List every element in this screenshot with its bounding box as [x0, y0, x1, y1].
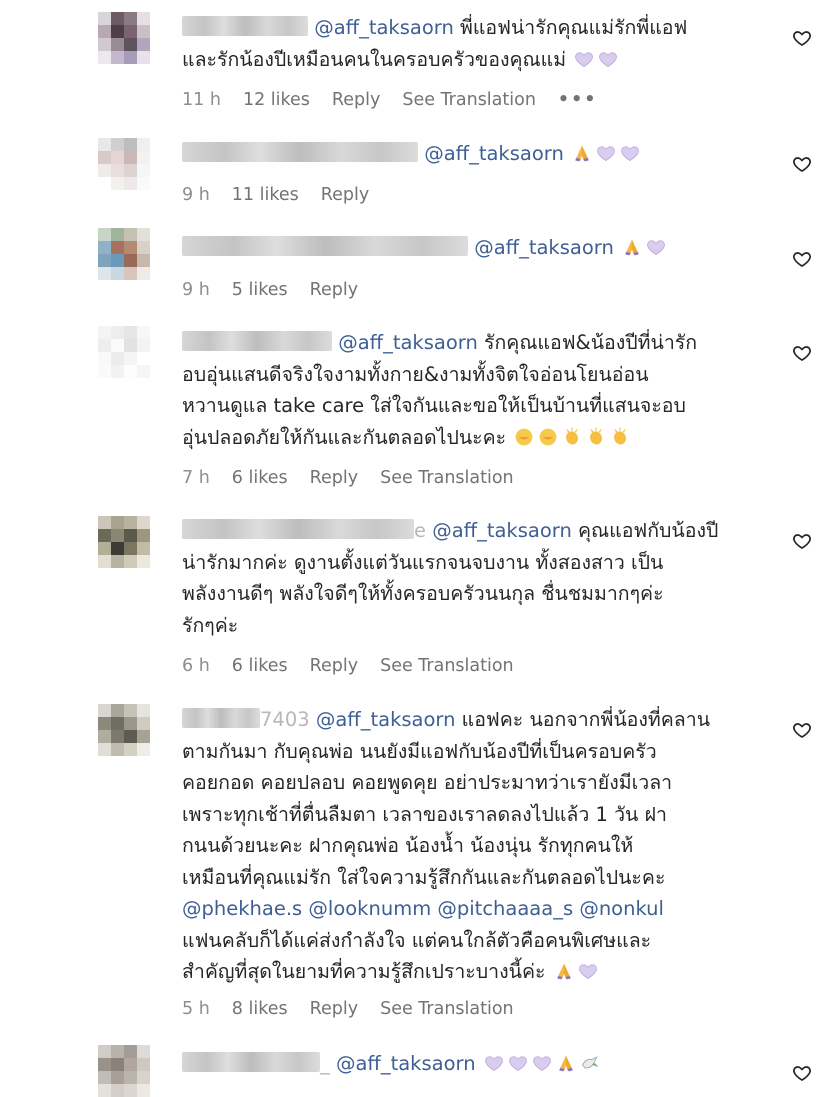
- username-redacted[interactable]: [182, 331, 332, 351]
- avatar[interactable]: [98, 138, 150, 190]
- username-redacted[interactable]: [182, 16, 308, 36]
- likes-count[interactable]: 6 likes: [232, 656, 288, 676]
- timestamp: 9 h: [182, 280, 210, 300]
- timestamp: 9 h: [182, 185, 210, 205]
- likes-count[interactable]: 12 likes: [243, 90, 310, 110]
- mention-link[interactable]: @aff_taksaorn: [336, 1052, 476, 1075]
- smiling-face-emoji: [538, 427, 558, 447]
- tag-link-pitchaaaa[interactable]: @pitchaaaa_s: [437, 897, 573, 920]
- mention-link[interactable]: @aff_taksaorn: [314, 16, 454, 39]
- tag-link-phekhae[interactable]: @phekhae.s: [182, 897, 302, 920]
- likes-count[interactable]: 11 likes: [232, 185, 299, 205]
- dove-emoji: [580, 1053, 600, 1073]
- likes-count[interactable]: 6 likes: [232, 468, 288, 488]
- timestamp: 6 h: [182, 656, 210, 676]
- clapping-hands-emoji: [610, 427, 630, 447]
- purple-heart-emoji: [620, 143, 640, 163]
- comment-text: e @aff_taksaorn คุณแอฟกับน้องปี น่ารักมา…: [182, 519, 719, 637]
- comment-text: 7403 @aff_taksaorn แอฟคะ นอกจากพี่น้องที…: [182, 708, 711, 983]
- purple-heart-emoji: [532, 1053, 552, 1073]
- comment-text: @aff_taksaorn: [182, 138, 752, 170]
- avatar[interactable]: [98, 516, 150, 568]
- folded-hands-emoji: [622, 237, 642, 257]
- purple-heart-emoji: [646, 237, 666, 257]
- avatar[interactable]: [98, 228, 150, 280]
- avatar[interactable]: [98, 704, 150, 756]
- avatar[interactable]: [98, 12, 150, 64]
- like-heart-icon[interactable]: [792, 720, 812, 740]
- username-fragment: e: [414, 519, 426, 542]
- mention-link[interactable]: @aff_taksaorn: [424, 142, 564, 165]
- clapping-hands-emoji: [586, 427, 606, 447]
- like-heart-icon[interactable]: [792, 28, 812, 48]
- like-heart-icon[interactable]: [792, 154, 812, 174]
- comment-text: @aff_taksaorn รักคุณแอฟ&น้องปีที่น่ารัก …: [182, 331, 698, 449]
- purple-heart-emoji: [508, 1053, 528, 1073]
- clapping-hands-emoji: [562, 427, 582, 447]
- username-redacted[interactable]: [182, 236, 468, 256]
- tag-link-looknumm[interactable]: @looknumm: [308, 897, 431, 920]
- likes-count[interactable]: 5 likes: [232, 280, 288, 300]
- reply-button[interactable]: Reply: [310, 656, 358, 676]
- folded-hands-emoji: [556, 1053, 576, 1073]
- reply-button[interactable]: Reply: [310, 999, 358, 1019]
- username-fragment: _: [320, 1052, 330, 1075]
- folded-hands-emoji: [572, 143, 592, 163]
- username-redacted[interactable]: [182, 1052, 320, 1072]
- like-heart-icon[interactable]: [792, 1063, 812, 1083]
- mention-link[interactable]: @aff_taksaorn: [432, 519, 572, 542]
- tag-link-nonkul[interactable]: @nonkul: [579, 897, 664, 920]
- see-translation-button[interactable]: See Translation: [380, 468, 514, 488]
- see-translation-button[interactable]: See Translation: [380, 999, 514, 1019]
- like-heart-icon[interactable]: [792, 343, 812, 363]
- likes-count[interactable]: 8 likes: [232, 999, 288, 1019]
- avatar[interactable]: [98, 326, 150, 378]
- comment-text: @aff_taksaorn: [182, 232, 752, 264]
- timestamp: 7 h: [182, 468, 210, 488]
- reply-button[interactable]: Reply: [321, 185, 369, 205]
- username-redacted[interactable]: [182, 142, 418, 162]
- username-redacted[interactable]: [182, 519, 414, 539]
- see-translation-button[interactable]: See Translation: [380, 656, 514, 676]
- mention-link[interactable]: @aff_taksaorn: [474, 236, 614, 259]
- mention-link[interactable]: @aff_taksaorn: [316, 708, 456, 731]
- username-redacted[interactable]: [182, 708, 260, 728]
- comment-text: @aff_taksaorn พี่แอฟน่ารักคุณแม่รักพี่แอ…: [182, 16, 688, 71]
- reply-button[interactable]: Reply: [310, 280, 358, 300]
- timestamp: 11 h: [182, 90, 221, 110]
- purple-heart-emoji: [598, 49, 618, 69]
- timestamp: 5 h: [182, 999, 210, 1019]
- see-translation-button[interactable]: See Translation: [402, 90, 536, 110]
- purple-heart-emoji: [578, 961, 598, 981]
- avatar[interactable]: [98, 1045, 150, 1097]
- like-heart-icon[interactable]: [792, 249, 812, 269]
- username-fragment: 7403: [260, 708, 310, 731]
- comment-text: _ @aff_taksaorn: [182, 1048, 752, 1080]
- purple-heart-emoji: [596, 143, 616, 163]
- like-heart-icon[interactable]: [792, 531, 812, 551]
- smiling-face-emoji: [514, 427, 534, 447]
- more-options-button[interactable]: •••: [558, 90, 598, 110]
- mention-link[interactable]: @aff_taksaorn: [338, 331, 478, 354]
- reply-button[interactable]: Reply: [310, 468, 358, 488]
- folded-hands-emoji: [554, 961, 574, 981]
- purple-heart-emoji: [484, 1053, 504, 1073]
- reply-button[interactable]: Reply: [332, 90, 380, 110]
- purple-heart-emoji: [574, 49, 594, 69]
